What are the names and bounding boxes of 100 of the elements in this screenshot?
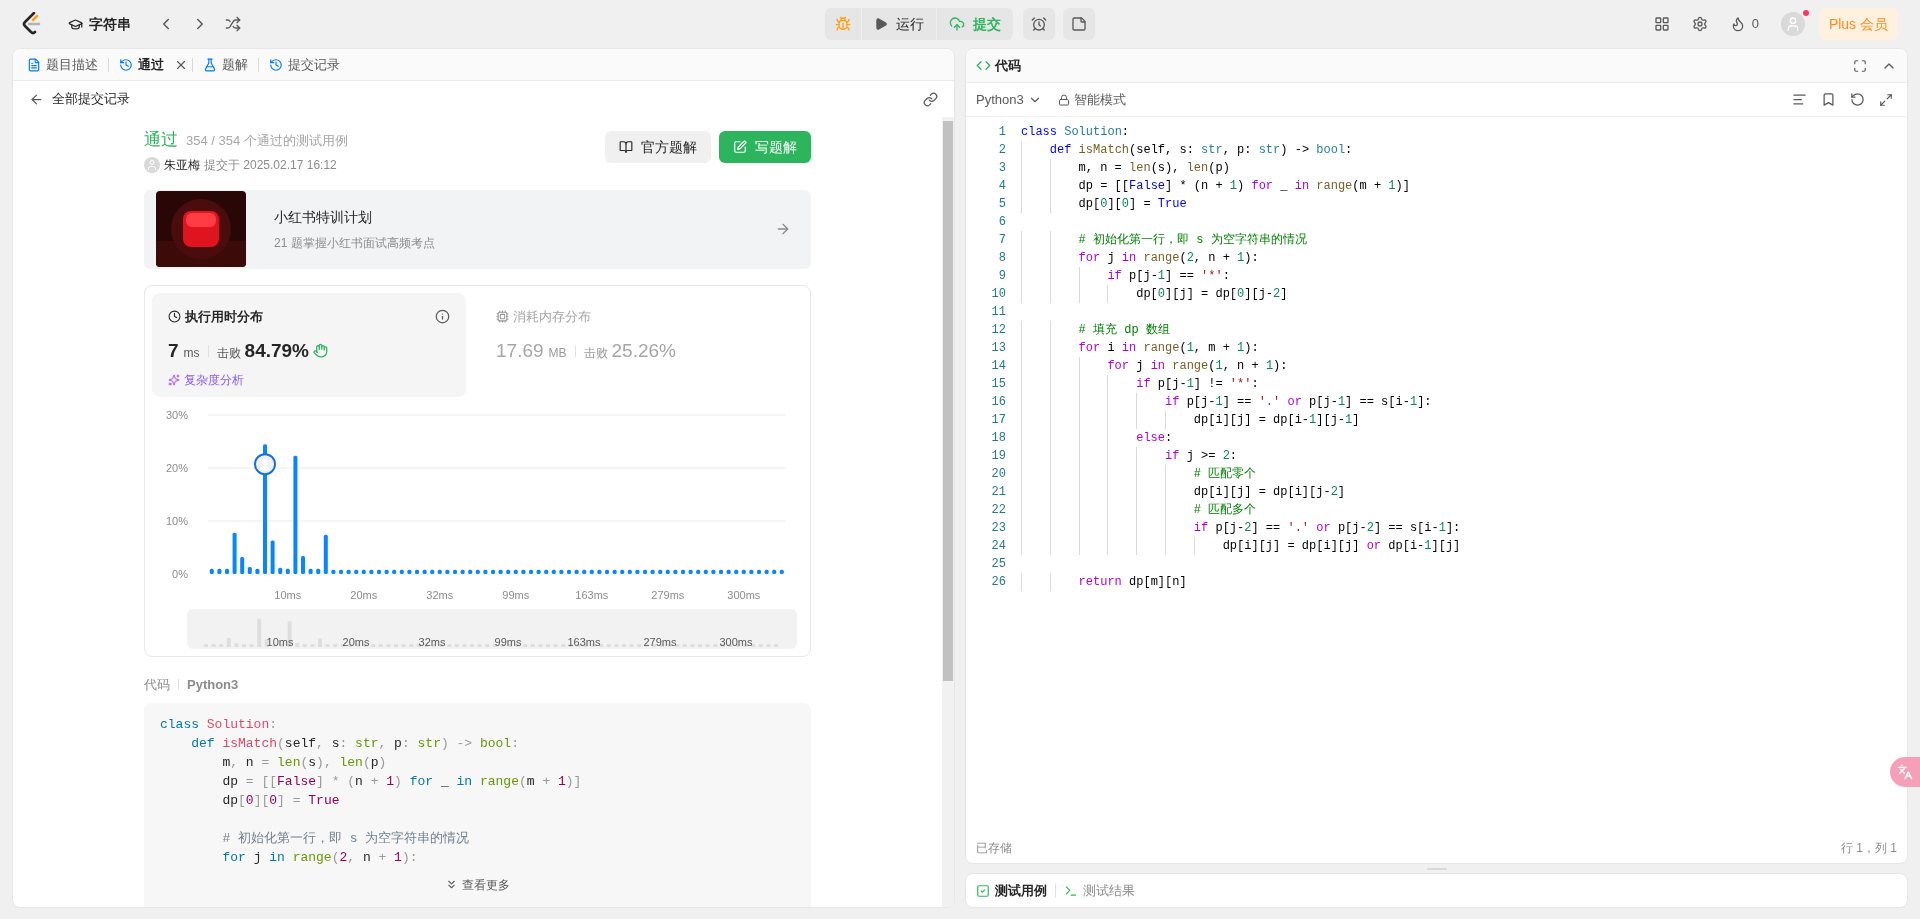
chart-bar[interactable] [209,568,214,575]
chart-bar[interactable] [627,569,632,575]
smart-mode-toggle[interactable]: 智能模式 [1057,89,1126,110]
chart-bar[interactable] [384,569,389,575]
chart-bar[interactable] [354,569,359,575]
complexity-analysis-link[interactable]: 复杂度分析 [168,371,450,390]
panel-tab[interactable]: 测试用例 [976,880,1047,901]
chart-bar[interactable] [673,569,678,575]
info-icon[interactable] [435,309,450,325]
chart-bar[interactable] [255,568,260,575]
chart-bar[interactable] [597,569,602,575]
problem-title[interactable]: 字符串 [89,13,131,35]
chart-bar[interactable] [711,569,716,575]
official-solution-button[interactable]: 官方题解 [605,131,711,163]
chart-bar[interactable] [293,455,298,575]
chart-bar[interactable] [415,569,419,575]
chart-bar[interactable] [247,567,252,575]
chart-bar[interactable] [339,569,343,575]
chart-bar[interactable] [308,568,313,575]
chart-bar[interactable] [650,569,655,575]
chart-bar[interactable] [316,568,321,575]
bookmark-icon[interactable] [1821,92,1836,107]
chart-bar[interactable] [696,569,701,575]
timer-button[interactable] [1023,8,1055,40]
panel-tab[interactable]: 提交记录 [263,50,346,79]
chart-bar[interactable] [574,569,579,575]
chart-bar[interactable] [468,569,473,575]
fullscreen-icon[interactable] [1853,58,1867,73]
chart-bar[interactable] [779,569,784,575]
chart-bar[interactable] [399,569,404,575]
chart-bar[interactable] [483,569,488,575]
settings-icon[interactable] [1691,16,1708,32]
chart-bar[interactable] [544,569,549,575]
chart-bar[interactable] [703,569,708,575]
chart-bar[interactable] [643,569,647,575]
chart-bar[interactable] [225,568,229,575]
run-button[interactable]: 运行 [862,8,936,40]
chart-bar[interactable] [529,569,533,575]
chart-bar[interactable] [460,569,465,575]
chart-bar[interactable] [589,569,594,575]
chart-bar[interactable] [422,569,427,575]
note-button[interactable] [1063,8,1095,40]
chart-bar[interactable] [217,568,222,575]
promo-card[interactable]: 小红书特训计划 21 题掌握小红书面试高频考点 [144,189,811,270]
chart-bar[interactable] [681,569,685,575]
show-more-button[interactable]: 查看更多 [445,875,510,894]
chart-bar[interactable] [270,540,275,575]
chart-bar[interactable] [407,569,412,575]
panel-tab[interactable]: 测试结果 [1064,880,1135,901]
layout-icon[interactable] [1653,16,1670,32]
chart-bar[interactable] [741,569,746,575]
panel-tab[interactable]: 题解 [197,50,254,79]
chart-bar[interactable] [719,569,723,575]
chart-bar[interactable] [278,567,283,575]
chart-bar[interactable] [445,569,450,575]
chart-bar[interactable] [369,569,374,575]
chart-bar[interactable] [605,569,609,575]
chart-bar[interactable] [635,569,640,575]
expand-icon[interactable] [1879,92,1893,107]
chart-bar[interactable] [772,569,777,575]
chart-bar[interactable] [559,569,564,575]
chart-bar[interactable] [301,556,305,575]
runtime-stat-card[interactable]: 执行用时分布 7 ms 击败 84.79% 复杂度分析 [152,293,466,398]
chart-bar[interactable] [285,568,290,575]
chart-bar[interactable] [323,534,328,575]
range-brush[interactable] [187,609,797,650]
chart-bar[interactable] [757,569,761,575]
translate-button[interactable] [1890,757,1920,787]
chart-bar[interactable] [551,569,556,575]
chart-bar[interactable] [734,569,739,575]
shuffle-icon[interactable] [225,16,241,32]
link-icon[interactable] [923,91,938,107]
back-link[interactable]: 全部提交记录 [29,89,130,109]
chart-bar[interactable] [582,569,587,575]
chart-bar[interactable] [726,569,731,575]
chart-bar[interactable] [331,569,336,575]
chart-bar[interactable] [437,569,442,575]
chart-bar[interactable] [453,569,457,575]
chart-bar[interactable] [232,532,237,575]
chart-bar[interactable] [361,569,366,575]
chart-bar[interactable] [513,569,518,575]
panel-tab[interactable]: 题目描述 [21,50,104,79]
logo-icon[interactable] [22,12,42,36]
chart-bar[interactable] [567,569,571,575]
chart-bar[interactable] [506,569,511,575]
chart-bar[interactable] [430,569,435,575]
author-name[interactable]: 朱亚梅 [164,155,200,174]
language-selector[interactable]: Python3 [976,89,1042,110]
format-icon[interactable] [1792,92,1807,107]
chart-bar[interactable] [612,569,617,575]
chart-bar[interactable] [475,569,480,575]
chart-bar[interactable] [498,569,503,575]
chart-bar[interactable] [521,569,526,575]
chart-bar[interactable] [620,569,625,575]
chart-bar[interactable] [240,557,245,575]
chart-bar[interactable] [346,569,351,575]
chart-bar[interactable] [377,569,381,575]
chart-bar[interactable] [658,569,663,575]
scrollbar[interactable] [942,117,954,907]
chart-bar[interactable] [688,569,693,575]
